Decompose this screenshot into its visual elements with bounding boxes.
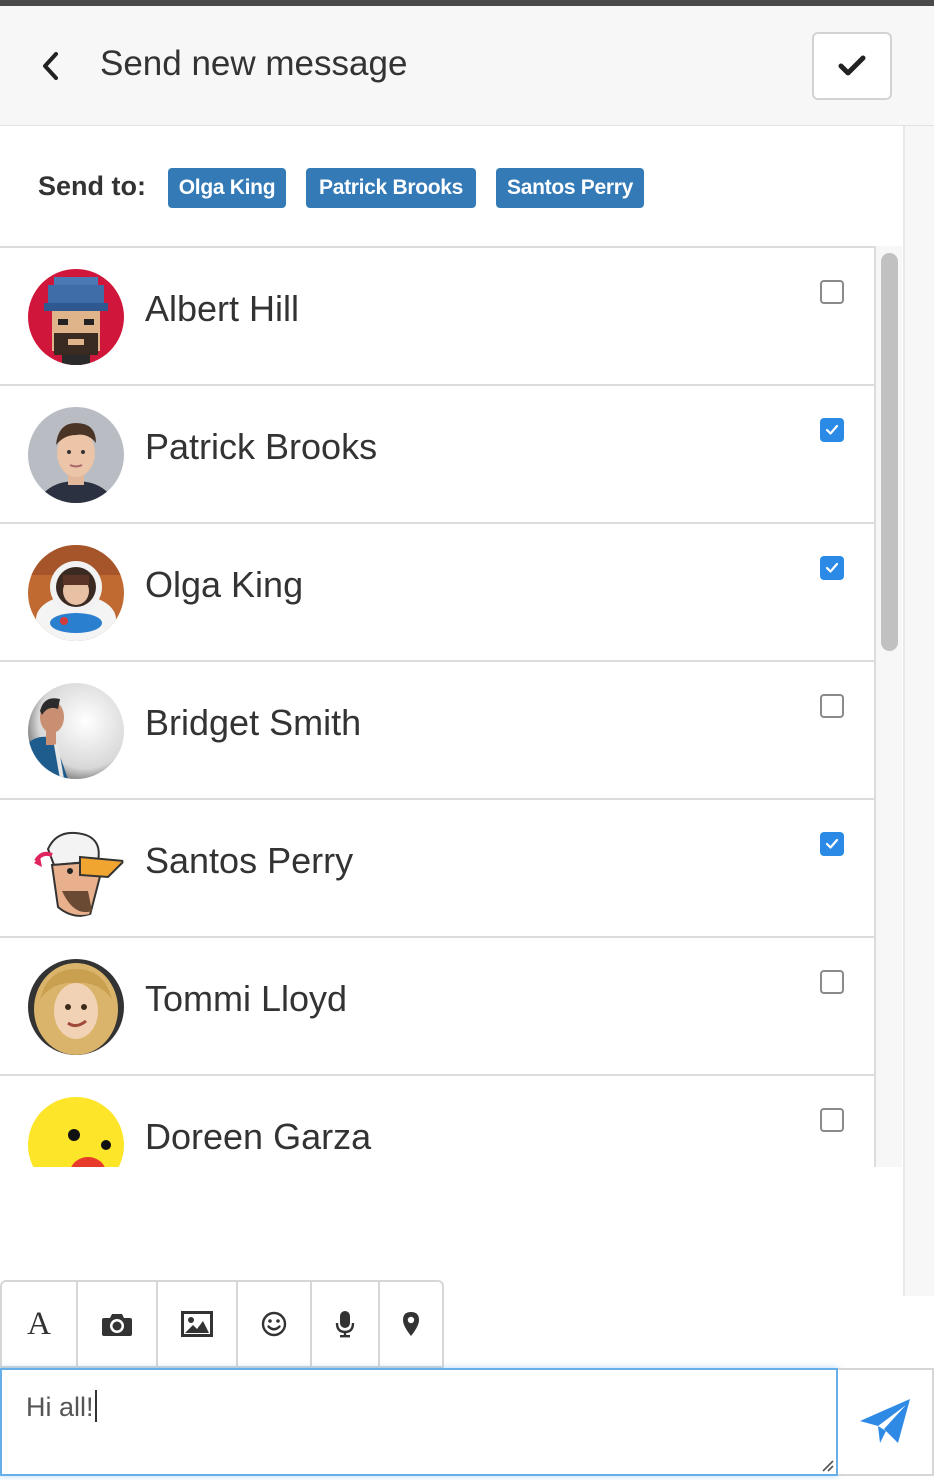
page-title: Send new message — [100, 44, 408, 83]
checkmark-icon — [825, 424, 839, 435]
font-button[interactable]: A — [2, 1282, 78, 1366]
microphone-button[interactable] — [312, 1282, 380, 1366]
avatar — [28, 959, 124, 1055]
smile-icon — [261, 1311, 287, 1337]
paper-plane-icon — [860, 1399, 910, 1443]
camera-button[interactable] — [78, 1282, 158, 1366]
avatar — [28, 1097, 124, 1167]
send-to-label: Send to: — [38, 171, 146, 201]
contact-name: Bridget Smith — [145, 702, 362, 743]
avatar — [28, 683, 124, 779]
back-button[interactable] — [34, 46, 68, 86]
checkmark-icon — [825, 838, 839, 849]
contact-row[interactable]: Santos Perry — [0, 800, 874, 938]
contact-row[interactable]: Olga King — [0, 524, 874, 662]
avatar — [28, 269, 124, 365]
contact-checkbox[interactable] — [820, 970, 844, 994]
compose-toolbar: A — [0, 1280, 444, 1368]
avatar — [28, 821, 124, 917]
map-marker-icon — [403, 1312, 419, 1336]
recipient-tag[interactable]: Santos Perry — [496, 168, 644, 208]
recipient-tag[interactable]: Patrick Brooks — [306, 168, 476, 208]
contact-row[interactable]: Doreen Garza — [0, 1076, 874, 1167]
contact-checkbox[interactable] — [820, 694, 844, 718]
send-to-bar: Send to: Olga King Patrick Brooks Santos… — [0, 127, 903, 247]
contact-checkbox[interactable] — [820, 556, 844, 580]
emoji-button[interactable] — [238, 1282, 312, 1366]
camera-icon — [102, 1314, 132, 1336]
check-icon — [838, 55, 866, 76]
microphone-icon — [335, 1311, 355, 1338]
contact-checkbox[interactable] — [820, 280, 844, 304]
side-panel-edge — [903, 126, 934, 1296]
contact-name: Patrick Brooks — [145, 426, 378, 467]
contact-list: Albert Hill Patrick Brooks Olga King Bri… — [0, 246, 876, 1167]
message-text: Hi all! — [26, 1390, 97, 1423]
contact-checkbox[interactable] — [820, 832, 844, 856]
contact-name: Albert Hill — [145, 288, 300, 329]
avatar — [28, 545, 124, 641]
contact-name: Doreen Garza — [145, 1116, 372, 1157]
image-icon — [181, 1311, 213, 1337]
contact-name: Tommi Lloyd — [145, 978, 348, 1019]
send-button[interactable] — [838, 1368, 934, 1476]
contact-row[interactable]: Tommi Lloyd — [0, 938, 874, 1076]
location-button[interactable] — [380, 1282, 442, 1366]
scrollbar-thumb[interactable] — [881, 253, 898, 651]
contact-row[interactable]: Albert Hill — [0, 248, 874, 386]
font-icon: A — [27, 1305, 51, 1342]
header-bar: Send new message — [0, 6, 934, 126]
chevron-left-icon — [43, 52, 58, 80]
confirm-button[interactable] — [812, 32, 892, 100]
contact-checkbox[interactable] — [820, 1108, 844, 1132]
image-button[interactable] — [158, 1282, 238, 1366]
resize-handle-icon[interactable] — [818, 1456, 834, 1472]
recipient-tag[interactable]: Olga King — [168, 168, 286, 208]
avatar — [28, 407, 124, 503]
contact-name: Santos Perry — [145, 840, 354, 881]
message-input[interactable]: Hi all! — [0, 1368, 838, 1476]
contact-name: Olga King — [145, 564, 304, 605]
contact-checkbox[interactable] — [820, 418, 844, 442]
contact-row[interactable]: Bridget Smith — [0, 662, 874, 800]
contact-row[interactable]: Patrick Brooks — [0, 386, 874, 524]
checkmark-icon — [825, 562, 839, 573]
